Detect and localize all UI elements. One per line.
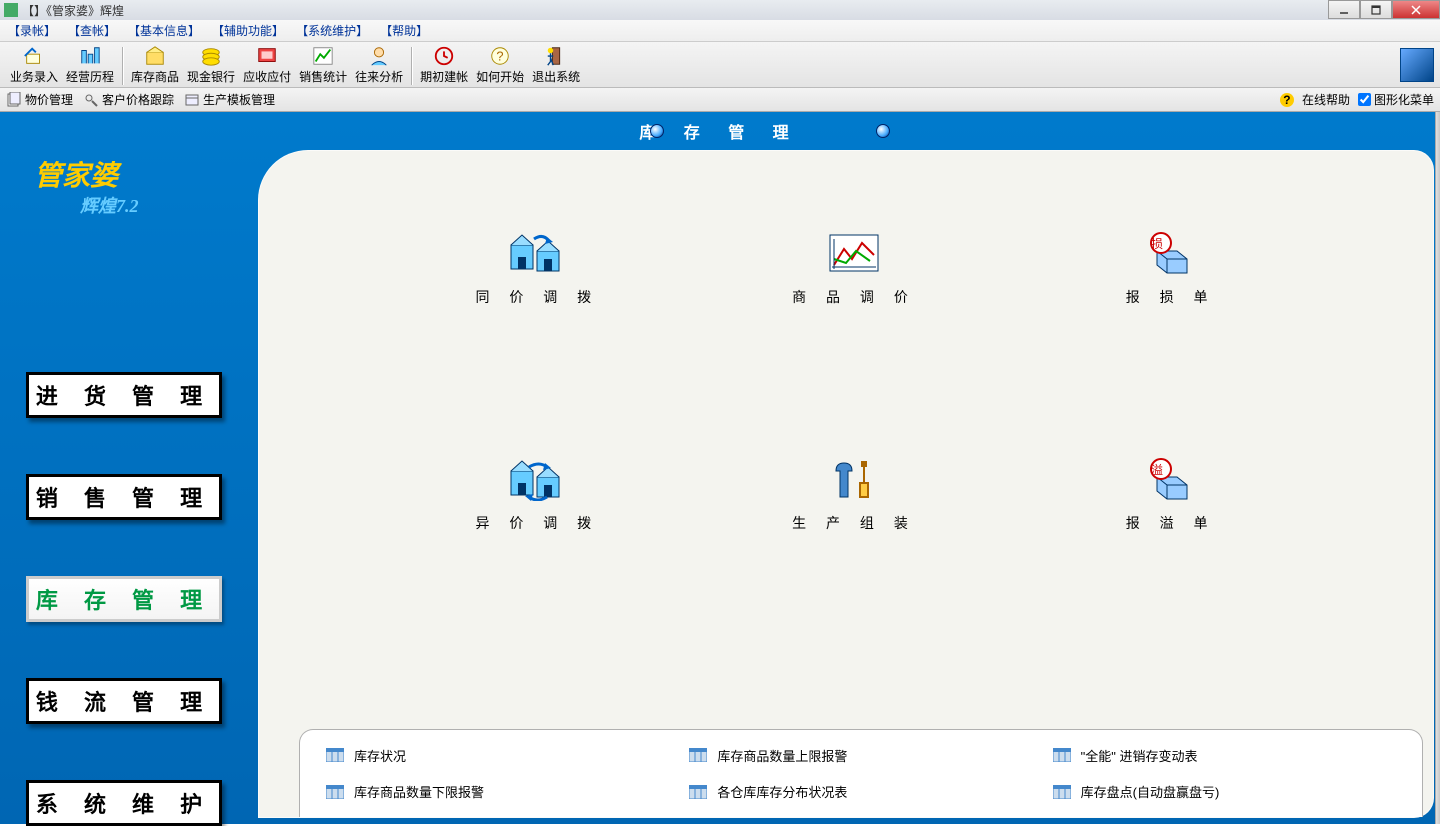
- nav-list: 进 货 管 理 销 售 管 理 库 存 管 理 钱 流 管 理 系 统 维 护: [26, 372, 236, 826]
- link-upper-alarm[interactable]: 库存商品数量上限报警: [689, 744, 1032, 767]
- toolbar2-right: ? 在线帮助 图形化菜单: [1280, 91, 1434, 108]
- vertical-scrollbar[interactable]: [1435, 112, 1440, 824]
- warehouse-transfer-icon: [509, 231, 565, 275]
- link-stock-status[interactable]: 库存状况: [326, 744, 669, 767]
- tb-sales-stats[interactable]: 销售统计: [295, 45, 351, 85]
- svg-text:溢: 溢: [1151, 463, 1171, 477]
- tb-init-account[interactable]: 期初建帐: [416, 45, 472, 85]
- tb-inventory[interactable]: 库存商品: [127, 45, 183, 85]
- action-price-adjust[interactable]: 商 品 调 价: [696, 231, 1013, 307]
- price-chart-icon: [826, 231, 882, 275]
- link-all-change[interactable]: "全能" 进销存变动表: [1053, 744, 1396, 767]
- menu-item[interactable]: 【辅助功能】: [212, 22, 284, 39]
- tb-history[interactable]: 经营历程: [62, 45, 118, 85]
- tb-cash-bank[interactable]: 现金银行: [183, 45, 239, 85]
- nav-sales[interactable]: 销 售 管 理: [26, 474, 222, 520]
- tb-receivable[interactable]: 应收应付: [239, 45, 295, 85]
- sidebar: 管家婆 辉煌7.2 进 货 管 理 销 售 管 理 库 存 管 理 钱 流 管 …: [0, 112, 260, 824]
- brand-cube-icon: [1400, 48, 1434, 82]
- action-overflow-order[interactable]: 溢 报 溢 单: [1012, 457, 1329, 533]
- nav-cashflow[interactable]: 钱 流 管 理: [26, 678, 222, 724]
- nav-inventory[interactable]: 库 存 管 理: [26, 576, 222, 622]
- maximize-button[interactable]: [1360, 0, 1392, 19]
- loss-box-icon: 损: [1143, 231, 1199, 275]
- workspace: 库 存 管 理 管家婆 辉煌7.2 进 货 管 理 销 售 管 理 库 存 管 …: [0, 112, 1440, 824]
- tb2-template[interactable]: 生产模板管理: [184, 91, 275, 108]
- action-loss-order[interactable]: 损 报 损 单: [1012, 231, 1329, 307]
- svg-text:?: ?: [497, 49, 504, 64]
- bottom-link-panel: 库存状况 库存商品数量上限报警 "全能" 进销存变动表 库存商品数量下限报警 各…: [299, 729, 1423, 817]
- nav-system[interactable]: 系 统 维 护: [26, 780, 222, 826]
- icon-grid: 同 价 调 拨 商 品 调 价 损 报 损 单: [379, 231, 1329, 533]
- tb-how-start[interactable]: ?如何开始: [472, 45, 528, 85]
- tools-icon: [826, 457, 882, 501]
- action-same-price-transfer[interactable]: 同 价 调 拨: [379, 231, 696, 307]
- action-assembly[interactable]: 生 产 组 装: [696, 457, 1013, 533]
- action-diff-price-transfer[interactable]: 异 价 调 拨: [379, 457, 696, 533]
- menu-item[interactable]: 【查帐】: [68, 22, 116, 39]
- app-icon: [4, 3, 18, 17]
- close-button[interactable]: [1392, 0, 1440, 19]
- tb2-customer-price[interactable]: 客户价格跟踪: [83, 91, 174, 108]
- main-toolbar: 业务录入 经营历程 库存商品 现金银行 应收应付 销售统计 往来分析 期初建帐 …: [0, 42, 1440, 88]
- app-logo: 管家婆 辉煌7.2: [12, 134, 238, 224]
- help-icon: ?: [1280, 93, 1294, 107]
- svg-text:损: 损: [1151, 237, 1171, 251]
- window-controls: [1328, 0, 1440, 19]
- menu-item[interactable]: 【帮助】: [380, 22, 428, 39]
- decorative-dot: [876, 124, 890, 138]
- menu-bar: 【录帐】 【查帐】 【基本信息】 【辅助功能】 【系统维护】 【帮助】: [0, 20, 1440, 42]
- link-lower-alarm[interactable]: 库存商品数量下限报警: [326, 781, 669, 804]
- tb-exit[interactable]: 退出系统: [528, 45, 584, 85]
- warehouse-transfer2-icon: [509, 457, 565, 501]
- graphic-menu-checkbox[interactable]: [1358, 93, 1371, 106]
- window-title: 【】《管家婆》辉煌: [22, 2, 124, 19]
- minimize-button[interactable]: [1328, 0, 1360, 19]
- menu-item[interactable]: 【录帐】: [8, 22, 56, 39]
- tb2-price-mgmt[interactable]: 物价管理: [6, 91, 73, 108]
- content-panel: 同 价 调 拨 商 品 调 价 损 报 损 单: [258, 150, 1434, 818]
- menu-item[interactable]: 【系统维护】: [296, 22, 368, 39]
- link-warehouse-dist[interactable]: 各仓库库存分布状况表: [689, 781, 1032, 804]
- online-help-link[interactable]: 在线帮助: [1302, 91, 1350, 108]
- window-titlebar: 【】《管家婆》辉煌: [0, 0, 1440, 20]
- decorative-dot: [650, 124, 664, 138]
- graphic-menu-toggle[interactable]: 图形化菜单: [1358, 91, 1434, 108]
- tb-business-entry[interactable]: 业务录入: [6, 45, 62, 85]
- secondary-toolbar: 物价管理 客户价格跟踪 生产模板管理 ? 在线帮助 图形化菜单: [0, 88, 1440, 112]
- nav-purchase[interactable]: 进 货 管 理: [26, 372, 222, 418]
- menu-item[interactable]: 【基本信息】: [128, 22, 200, 39]
- overflow-box-icon: 溢: [1143, 457, 1199, 501]
- tb-contacts[interactable]: 往来分析: [351, 45, 407, 85]
- link-stocktake[interactable]: 库存盘点(自动盘赢盘亏): [1053, 781, 1396, 804]
